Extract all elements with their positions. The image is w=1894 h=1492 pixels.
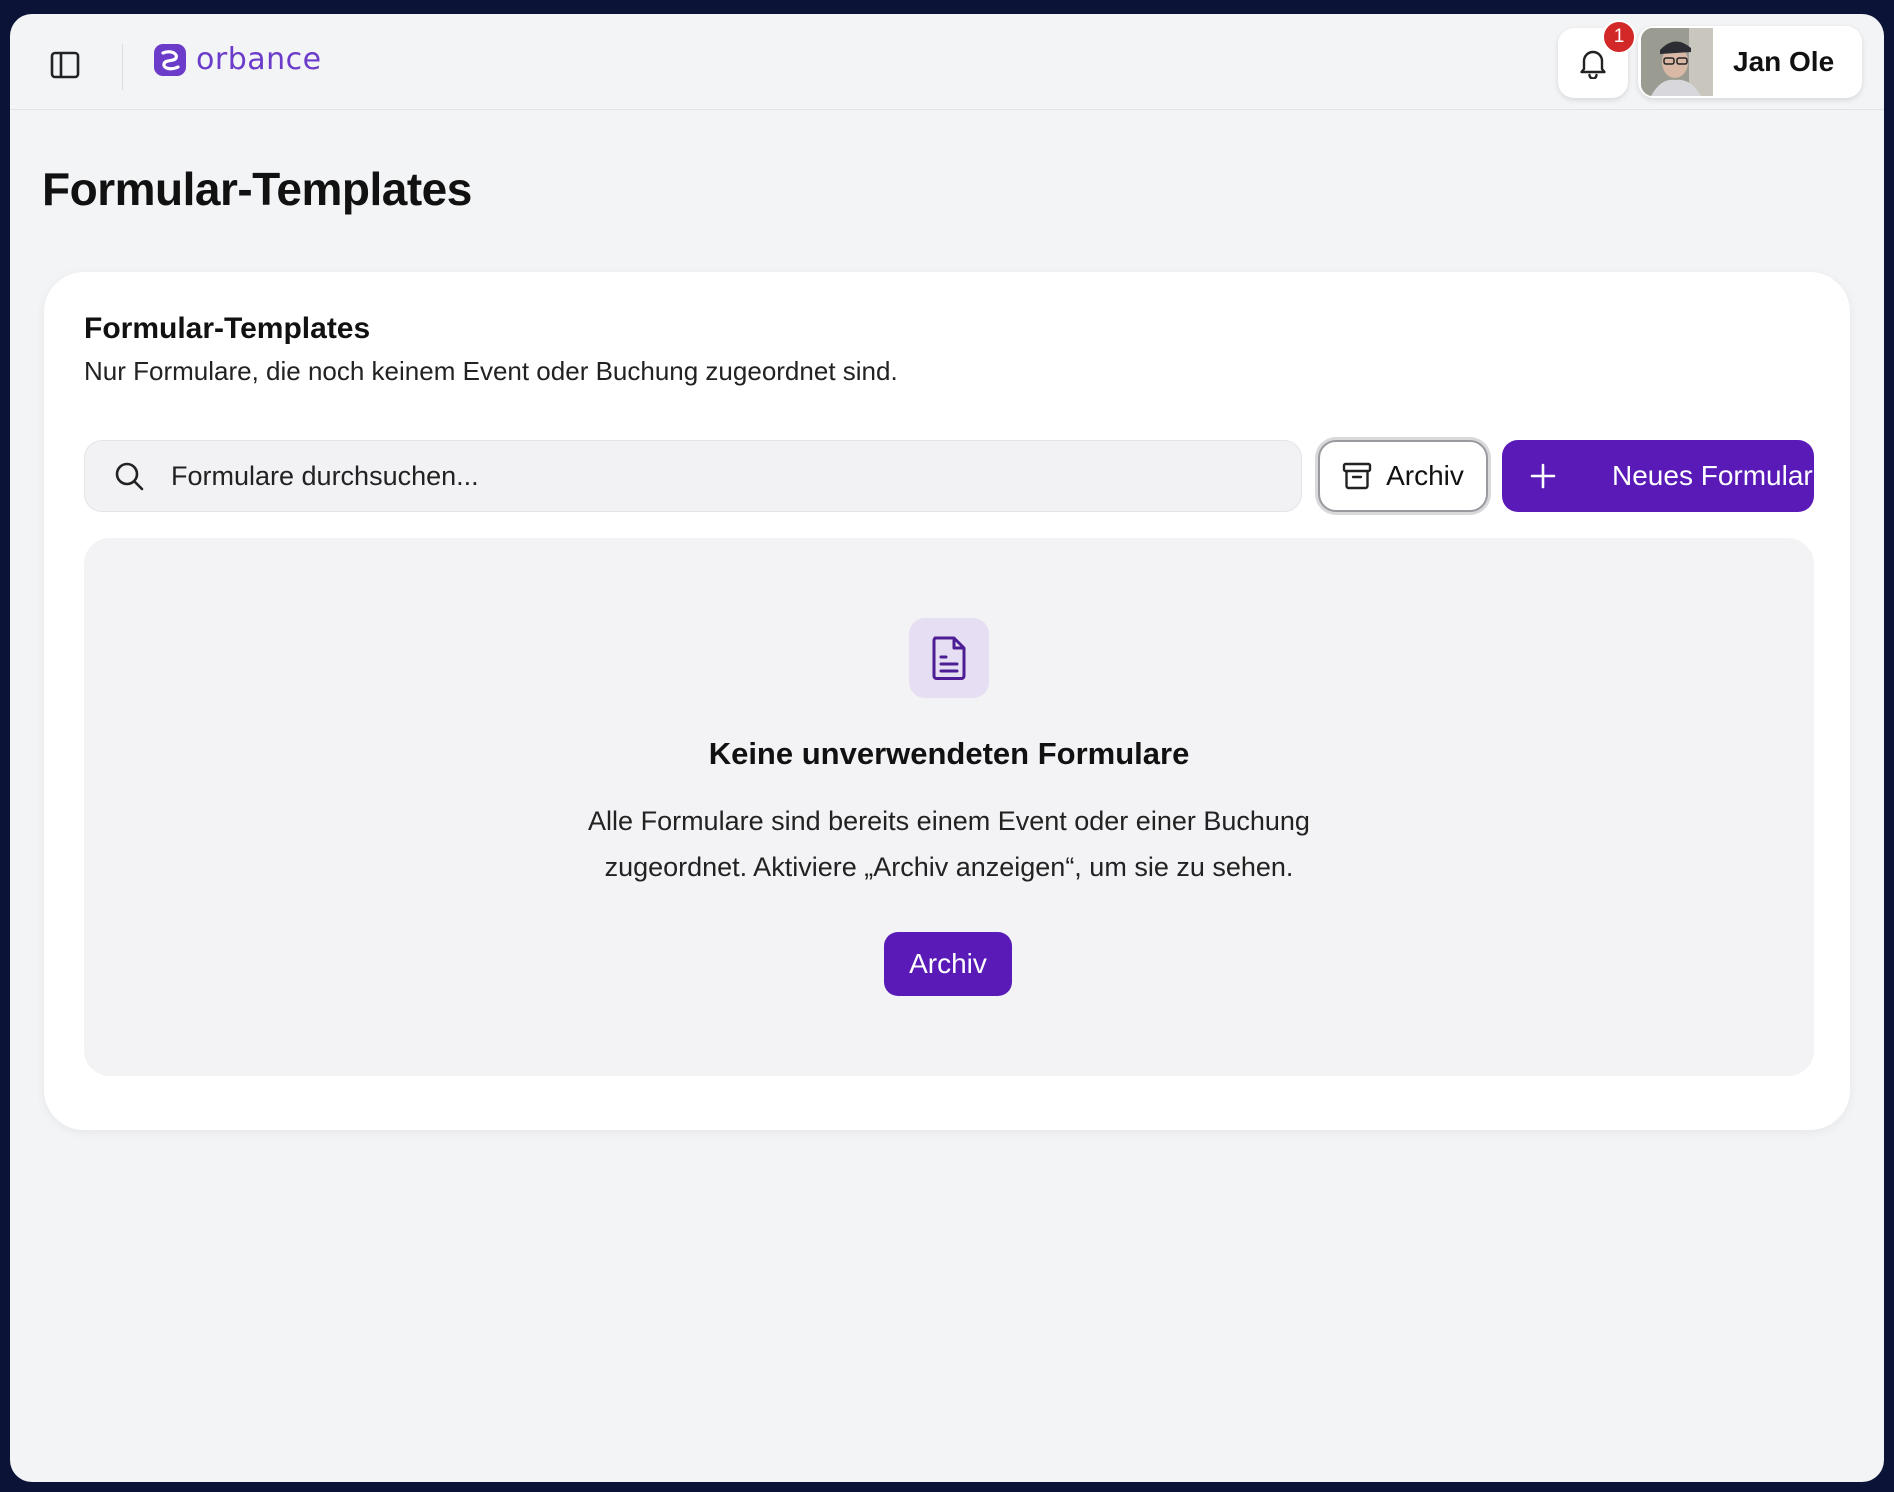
- user-menu-button[interactable]: Jan Ole: [1638, 26, 1862, 98]
- page-title: Formular-Templates: [42, 163, 472, 215]
- orbance-logo-icon: [154, 43, 186, 76]
- bell-icon: [1580, 50, 1606, 79]
- empty-state: Keine unverwendeten Formulare Alle Formu…: [84, 538, 1814, 1076]
- search-input[interactable]: [171, 441, 1301, 511]
- archive-toggle-button[interactable]: Archiv: [1318, 440, 1488, 512]
- topbar-divider: [122, 44, 123, 90]
- app-window: orbance 1 Jan Ole Formular-Templates For…: [10, 14, 1884, 1482]
- sidebar-toggle-button[interactable]: [44, 44, 86, 86]
- templates-card: Formular-Templates Nur Formulare, die no…: [44, 272, 1850, 1130]
- card-subtitle: Nur Formulare, die noch keinem Event ode…: [84, 356, 898, 386]
- empty-state-icon-box: [909, 618, 989, 698]
- search-box[interactable]: [84, 440, 1302, 512]
- archive-icon: [1342, 462, 1372, 490]
- notifications-button[interactable]: 1: [1558, 20, 1636, 98]
- document-icon: [932, 636, 966, 680]
- new-form-button-label: Neues Formular: [1612, 460, 1813, 491]
- plus-icon: [1530, 463, 1556, 489]
- user-name: Jan Ole: [1733, 46, 1835, 77]
- avatar: [1641, 28, 1713, 96]
- avatar-photo-icon: [1641, 28, 1713, 96]
- empty-state-title: Keine unverwendeten Formulare: [708, 736, 1190, 771]
- empty-state-text: Alle Formulare sind bereits einem Event …: [588, 806, 1310, 882]
- sidebar-toggle-icon: [50, 51, 80, 79]
- empty-state-archive-button[interactable]: Archiv: [884, 932, 1012, 996]
- brand-name: orbance: [196, 42, 322, 77]
- notification-count-badge: 1: [1602, 20, 1636, 54]
- new-form-button[interactable]: Neues Formular: [1502, 440, 1814, 512]
- search-icon: [113, 460, 145, 492]
- archive-button-label: Archiv: [1386, 460, 1464, 491]
- card-title: Formular-Templates: [84, 312, 371, 345]
- top-bar: orbance 1 Jan Ole: [10, 14, 1884, 110]
- brand-logo[interactable]: orbance: [154, 42, 322, 77]
